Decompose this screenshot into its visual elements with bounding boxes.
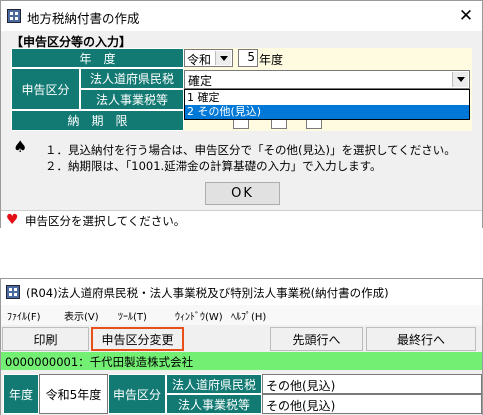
menu-file[interactable]: ﾌｧｲﾙ(F) (7, 308, 41, 323)
w-row1-label: 法人道府県民税 (166, 374, 262, 394)
status-text: 申告区分を選択してください。 (25, 214, 186, 228)
main-window: (R04)法人道府県民税・法人事業税及び特別法人事業税(納付書の作成) ﾌｧｲﾙ… (0, 278, 483, 415)
chevron-down-icon (215, 51, 231, 65)
spade-icon: ♠ (13, 137, 28, 156)
menu-view[interactable]: 表示(V) (64, 308, 99, 323)
nendo-label: 年 度 (11, 48, 184, 68)
dialog-title: 地方税納付書の作成 (27, 11, 140, 26)
w-row2-value[interactable]: その他(見込) (262, 394, 482, 414)
close-button[interactable]: ✕ (453, 4, 479, 28)
dialog-titlebar: 地方税納付書の作成 ✕ (1, 1, 482, 31)
row1-label: 法人道府県民税 (80, 68, 184, 89)
era-value: 令和 (187, 53, 212, 67)
company-bar: 0000000001：千代田製造株式会社 (1, 352, 482, 370)
year-suffix: 年度 (259, 53, 284, 67)
w-row1-value[interactable]: その他(見込) (262, 374, 482, 394)
main-titlebar: (R04)法人道府県民税・法人事業税及び特別法人事業税(納付書の作成) (1, 279, 482, 305)
menu-help[interactable]: ﾍﾙﾌﾟ(H) (231, 308, 266, 323)
dialog-window: 地方税納付書の作成 ✕ 【申告区分等の入力】 年 度 令和 5 年度 申告区分 … (0, 0, 483, 228)
shinkoku-label: 申告区分 (11, 68, 80, 110)
heart-icon: ♥ (6, 212, 19, 228)
company-name: 0000000001：千代田製造株式会社 (5, 355, 194, 369)
ok-button[interactable]: OK (205, 182, 280, 205)
w-nendo-label: 年度 (3, 374, 39, 414)
main-title: (R04)法人道府県民税・法人事業税及び特別法人事業税(納付書の作成) (26, 286, 389, 300)
status-bar: ♥ 申告区分を選択してください。 (1, 210, 482, 228)
note-line-1: １．見込納付を行う場合は、申告区分で「その他(見込)」を選択してください。 (45, 143, 456, 157)
dropdown-option-kakutei[interactable]: 1 確定 (185, 91, 469, 105)
change-shinkoku-button[interactable]: 申告区分変更 (91, 327, 184, 351)
w-shinkoku-label: 申告区分 (108, 374, 166, 414)
nouki-label: 納 期 限 (11, 110, 184, 131)
era-select[interactable]: 令和 (184, 49, 233, 67)
menu-window[interactable]: ｳｨﾝﾄﾞｳ(W) (175, 308, 223, 323)
shinkoku-dropdown-list: 1 確定 2 その他(見込) (184, 89, 470, 120)
last-row-button[interactable]: 最終行へ (366, 327, 476, 351)
app-icon (7, 9, 21, 23)
w-nendo-value: 令和5年度 (39, 374, 108, 414)
row2-label: 法人事業税等 (80, 89, 184, 110)
first-row-button[interactable]: 先頭行へ (270, 327, 363, 351)
note-line-2: ２．納期限は、「1001.延滞金の計算基礎の入力」で入力します。 (45, 159, 382, 173)
w-row2-label: 法人事業税等 (166, 394, 262, 414)
app-icon (6, 285, 20, 299)
menu-tools[interactable]: ﾂｰﾙ(T) (118, 308, 147, 323)
menu-bar: ﾌｧｲﾙ(F) 表示(V) ﾂｰﾙ(T) ｳｨﾝﾄﾞｳ(W) ﾍﾙﾌﾟ(H) (1, 305, 482, 325)
chevron-down-icon (452, 72, 468, 87)
row1-value: 確定 (188, 74, 213, 88)
year-input[interactable]: 5 (238, 49, 258, 67)
dropdown-option-sonota[interactable]: 2 その他(見込) (185, 105, 469, 119)
row1-select[interactable]: 確定 (184, 70, 470, 89)
print-button[interactable]: 印刷 (2, 327, 89, 351)
